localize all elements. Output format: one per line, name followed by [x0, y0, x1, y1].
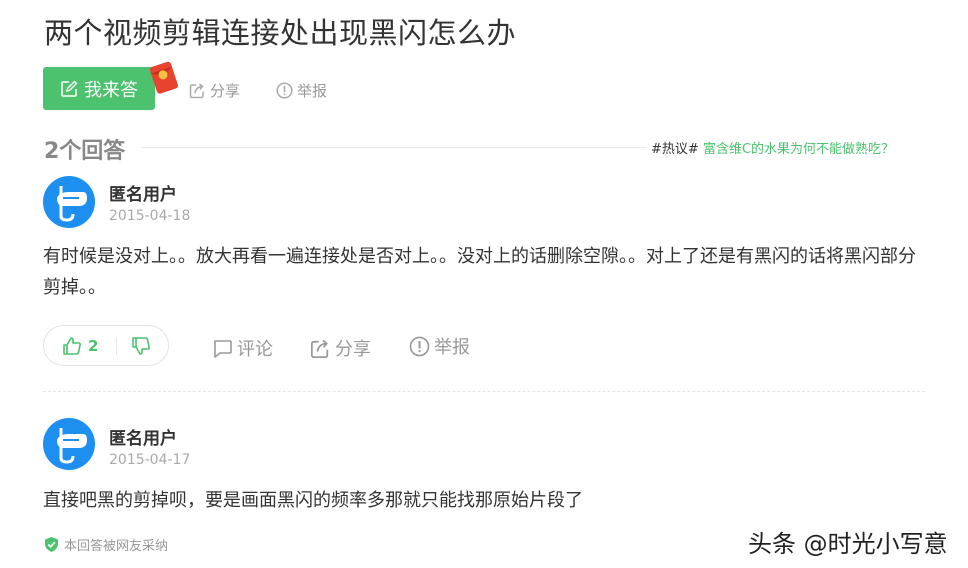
red-packet-icon — [149, 61, 178, 94]
answer-content: 直接吧黑的剪掉呗，要是画面黑闪的频率多那就只能找那原始片段了 — [43, 490, 583, 511]
adopted-badge: 本回答被网友采纳 — [43, 535, 168, 554]
thumbs-down-icon — [132, 336, 151, 355]
answer-button-label: 我来答 — [84, 79, 138, 101]
thumbs-up-icon — [63, 336, 81, 355]
answer-button[interactable]: 我来答 — [43, 67, 155, 110]
edit-icon — [61, 80, 78, 97]
answer-share-label: 分享 — [335, 339, 371, 360]
hot-topic-link[interactable]: #热议# 富含维C的水果为何不能做熟吃？ — [651, 138, 894, 157]
answer-divider — [43, 391, 925, 392]
report-icon — [409, 336, 430, 356]
question-report-label: 举报 — [297, 82, 328, 100]
like-button[interactable]: 2 — [44, 336, 98, 356]
comment-button[interactable]: 评论 — [212, 335, 273, 361]
share-icon — [189, 83, 204, 99]
watermark: 头条 @时光小写意 — [748, 530, 948, 558]
dislike-button[interactable] — [131, 336, 151, 356]
question-report-button[interactable]: 举报 — [276, 80, 327, 101]
question-share-button[interactable]: 分享 — [189, 80, 240, 101]
adopted-label: 本回答被网友采纳 — [64, 539, 169, 554]
header-divider — [142, 147, 647, 148]
avatar[interactable] — [43, 418, 95, 470]
hot-tag: #热议# — [651, 142, 699, 157]
vote-divider — [116, 336, 118, 355]
username: 匿名用户 — [109, 185, 177, 205]
question-title: 两个视频剪辑连接处出现黑闪怎么办 — [44, 16, 517, 50]
answers-count: 2个回答 — [44, 139, 126, 164]
like-count: 2 — [88, 336, 99, 355]
question-share-label: 分享 — [210, 82, 241, 100]
answer-date: 2015-04-17 — [109, 452, 191, 468]
hot-link-text: 富含维C的水果为何不能做熟吃？ — [702, 142, 895, 157]
answer-date: 2015-04-18 — [109, 208, 191, 224]
comment-icon — [214, 339, 232, 358]
comment-label: 评论 — [237, 339, 273, 360]
vote-box: 2 — [43, 325, 169, 366]
answer-content: 有时候是没对上。。放大再看一遍连接处是否对上。。没对上的话删除空隙。。对上了还是… — [43, 246, 916, 298]
report-icon — [276, 82, 293, 99]
share-icon — [310, 339, 329, 358]
username: 匿名用户 — [109, 429, 177, 449]
answer-report-label: 举报 — [434, 337, 470, 358]
answer-report-button[interactable]: 举报 — [409, 333, 470, 359]
avatar[interactable] — [43, 176, 95, 228]
answer-share-button[interactable]: 分享 — [310, 335, 371, 361]
shield-check-icon — [45, 537, 58, 552]
